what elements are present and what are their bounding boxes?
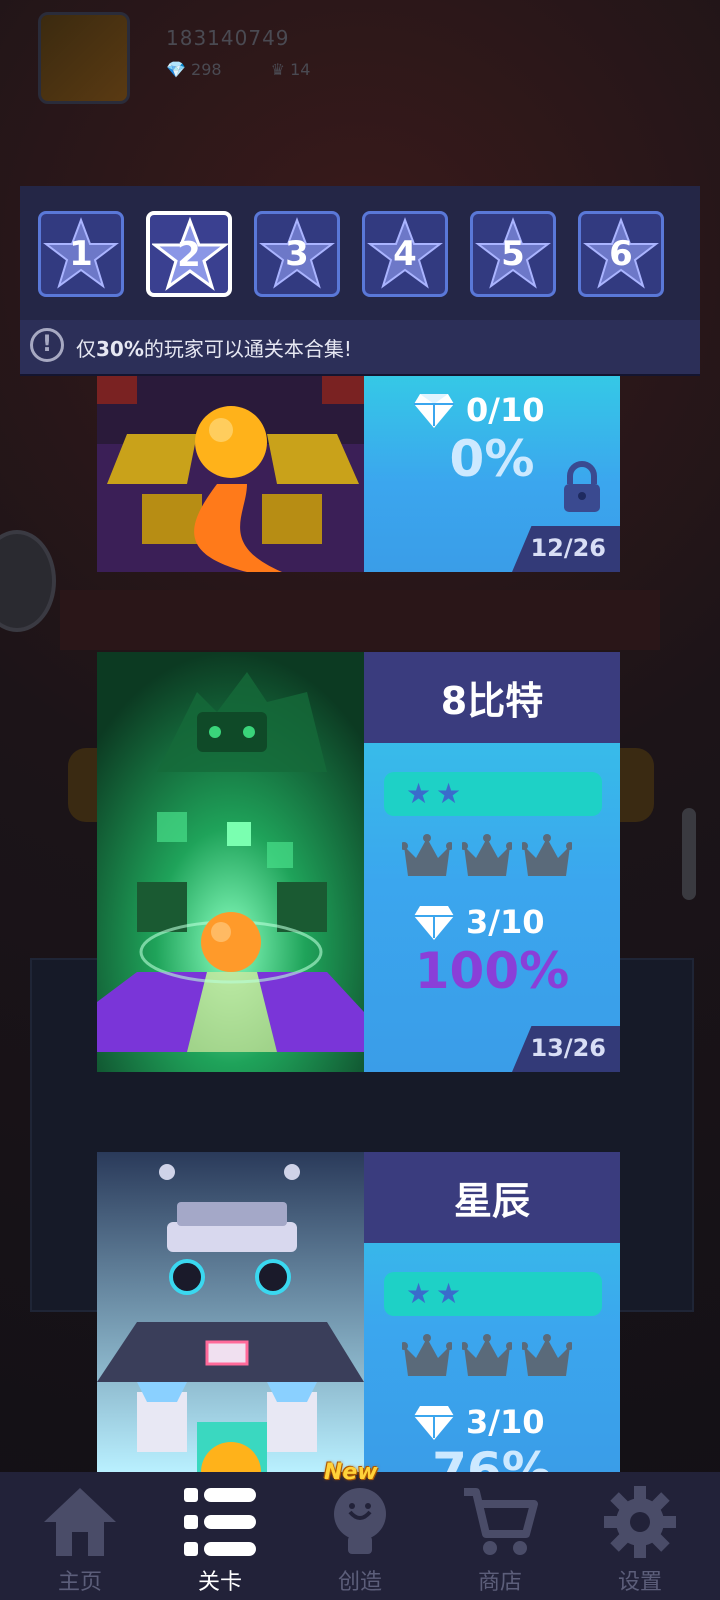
crown-icon	[462, 1334, 512, 1376]
level-info: 星辰 ★ ★ 3/10 76%	[364, 1152, 620, 1472]
level-counter: 13/26	[512, 1026, 620, 1072]
level-card[interactable]: 0/10 0% 12/26	[97, 374, 620, 572]
player-avatar	[38, 12, 130, 104]
gem-progress: 3/10	[414, 900, 544, 944]
crown-icon	[462, 834, 512, 876]
star-icon: ★	[436, 1277, 462, 1310]
level-art	[97, 374, 364, 572]
crown-rating	[402, 832, 582, 888]
collection-tab-5[interactable]: 5	[470, 211, 556, 297]
level-info: 0/10 0% 12/26	[364, 374, 620, 572]
crown-icon	[402, 1334, 452, 1376]
nav-settings-label: 设置	[617, 1570, 662, 1595]
scrollbar[interactable]	[682, 808, 696, 900]
crown-rating	[402, 1332, 582, 1388]
collection-tab-4[interactable]: 4	[362, 211, 448, 297]
nav-shop-label: 商店	[477, 1570, 522, 1595]
level-art	[97, 652, 364, 1072]
nav-levels-label: 关卡	[197, 1570, 242, 1595]
completion-percent: 100%	[414, 942, 570, 1000]
gem-count: 💎 298	[166, 60, 222, 79]
level-card[interactable]: 8比特 ★ ★ 3/10 100% 13/26	[97, 652, 620, 1072]
levels-list-icon	[184, 1488, 256, 1556]
player-id: 183140749	[166, 26, 290, 50]
crown-icon	[402, 834, 452, 876]
idea-bulb-icon	[334, 1488, 386, 1554]
nav-create[interactable]: 创造	[290, 1472, 430, 1600]
star-icon: ★	[436, 777, 462, 810]
diamond-icon	[414, 394, 454, 428]
bottom-navigation: 主页 关卡 创造 商店 设置	[0, 1472, 720, 1600]
crown-icon	[522, 1334, 572, 1376]
nav-create-label: 创造	[337, 1570, 382, 1595]
notice-strip: ! 仅30%的玩家可以通关本合集!	[20, 320, 700, 374]
player-stats: 💎 298 ♛ 14	[166, 60, 354, 79]
nav-settings[interactable]: 设置	[570, 1472, 710, 1600]
collection-tab-6[interactable]: 6	[578, 211, 664, 297]
level-title: 星辰	[364, 1152, 620, 1243]
nav-home[interactable]: 主页	[10, 1472, 150, 1600]
level-card[interactable]: 星辰 ★ ★ 3/10 76%	[97, 1152, 620, 1472]
level-info: 8比特 ★ ★ 3/10 100% 13/26	[364, 652, 620, 1072]
completion-percent: 76%	[432, 1442, 552, 1472]
gem-progress: 3/10	[414, 1400, 544, 1444]
diamond-icon	[414, 906, 454, 940]
info-icon: !	[30, 328, 64, 362]
stars-bar: ★ ★	[384, 772, 602, 816]
crown-count: ♛ 14	[270, 60, 311, 79]
collection-tab-1[interactable]: 1	[38, 211, 124, 297]
gem-text: 3/10	[466, 903, 545, 941]
level-art	[97, 1152, 364, 1472]
nav-shop[interactable]: 商店	[430, 1472, 570, 1600]
lock-icon	[564, 461, 600, 512]
profile-header: 183140749 💎 298 ♛ 14	[30, 6, 360, 104]
collection-tab-2[interactable]: 2	[146, 211, 232, 297]
notice-text: 仅30%的玩家可以通关本合集!	[76, 337, 352, 361]
star-icon: ★	[406, 1277, 432, 1310]
level-counter: 12/26	[512, 526, 620, 572]
settings-gear-icon	[604, 1486, 676, 1558]
gem-text: 3/10	[466, 1403, 545, 1441]
nav-levels[interactable]: 关卡	[150, 1472, 290, 1600]
diamond-icon	[414, 1406, 454, 1440]
stars-bar: ★ ★	[384, 1272, 602, 1316]
level-title: 8比特	[364, 652, 620, 743]
gem-text: 0/10	[466, 391, 545, 429]
nav-home-label: 主页	[57, 1570, 102, 1595]
star-icon: ★	[406, 777, 432, 810]
background-banner	[60, 590, 660, 650]
shop-cart-icon	[464, 1488, 538, 1555]
collection-tab-3[interactable]: 3	[254, 211, 340, 297]
collection-selector-panel: 1 2 3 4 5 6 ! 仅30%的玩家可以通关本合集!	[20, 186, 700, 376]
new-badge: New	[324, 1460, 378, 1485]
crown-icon	[522, 834, 572, 876]
home-icon	[44, 1488, 116, 1556]
gem-progress: 0/10	[414, 388, 544, 432]
